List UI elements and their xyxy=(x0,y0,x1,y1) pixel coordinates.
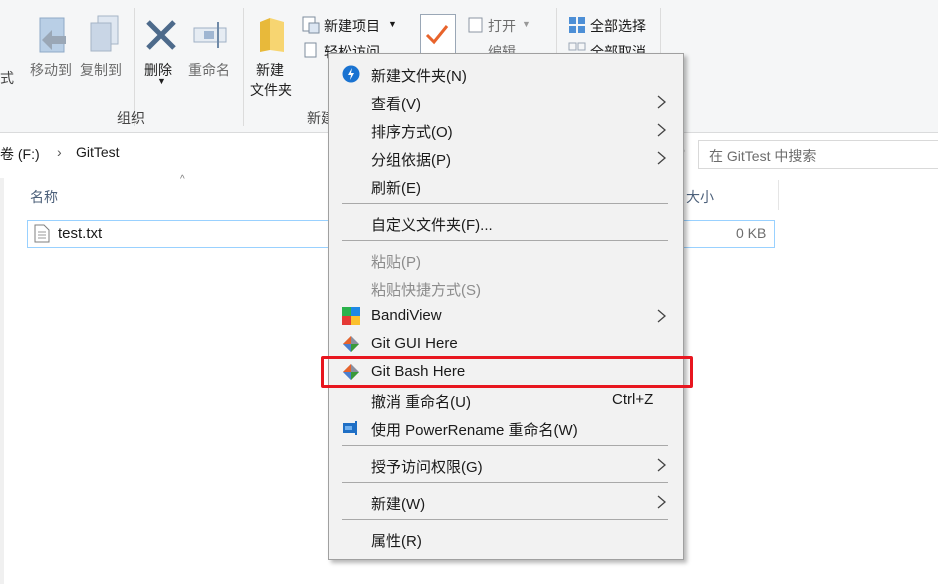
new-item-button[interactable]: 新建项目 ▼ xyxy=(300,14,397,36)
dropdown-arrow-icon: ▼ xyxy=(388,19,397,29)
chevron-right-icon xyxy=(657,495,666,509)
menu-item-powerrename[interactable]: 使用 PowerRename 重命名(W) xyxy=(329,414,683,442)
menu-label: 新建文件夹(N) xyxy=(371,68,467,85)
new-folder-icon xyxy=(342,65,360,83)
menu-label: 粘贴(P) xyxy=(371,254,421,271)
menu-label: Git GUI Here xyxy=(371,335,458,352)
menu-item-bandiview[interactable]: BandiView xyxy=(329,302,683,330)
breadcrumb-drive[interactable]: 卷 (F:) xyxy=(0,144,40,164)
file-name: test.txt xyxy=(58,225,103,242)
menu-separator xyxy=(342,445,668,446)
menu-separator xyxy=(342,482,668,483)
copy-to-button[interactable]: 复制到 xyxy=(80,14,130,84)
search-box[interactable]: 在 GitTest 中搜索 xyxy=(698,140,938,169)
chevron-right-icon xyxy=(657,95,666,109)
menu-item-sort-by[interactable]: 排序方式(O) xyxy=(329,116,683,144)
select-all-button[interactable]: 全部选择 xyxy=(566,14,658,36)
menu-label: 新建(W) xyxy=(371,496,426,513)
rename-icon xyxy=(193,22,227,48)
menu-label: 撤消 重命名(U) xyxy=(371,394,471,411)
menu-label: 查看(V) xyxy=(371,96,421,113)
open-label: 打开 xyxy=(488,18,516,34)
open-button[interactable]: 打开 ▼ xyxy=(466,14,536,36)
menu-label: 刷新(E) xyxy=(371,180,421,197)
delete-x-icon xyxy=(146,20,176,50)
menu-item-grant-access[interactable]: 授予访问权限(G) xyxy=(329,451,683,479)
menu-item-group-by[interactable]: 分组依据(P) xyxy=(329,144,683,172)
delete-button[interactable]: 删除 ▼ xyxy=(142,14,180,86)
chevron-right-icon xyxy=(657,309,666,323)
select-all-icon xyxy=(569,17,585,33)
menu-item-customize-folder[interactable]: 自定义文件夹(F)... xyxy=(329,209,683,237)
select-all-label: 全部选择 xyxy=(590,18,646,34)
open-icon xyxy=(468,17,483,33)
column-separator xyxy=(778,180,779,210)
menu-item-paste-shortcut[interactable]: 粘贴快捷方式(S) xyxy=(329,274,683,302)
new-folder-button[interactable]: 新建 文件夹 xyxy=(248,14,296,98)
new-item-icon xyxy=(302,16,320,34)
chevron-right-icon xyxy=(657,151,666,165)
file-size: 0 KB xyxy=(736,225,767,241)
copy-to-icon xyxy=(90,15,119,52)
new-item-label: 新建项目 xyxy=(324,18,380,34)
new-folder-icon xyxy=(260,18,284,52)
bandiview-icon xyxy=(342,307,360,325)
menu-label: 属性(R) xyxy=(371,533,422,550)
menu-item-properties[interactable]: 属性(R) xyxy=(329,525,683,553)
chevron-right-icon xyxy=(657,458,666,472)
menu-label: 授予访问权限(G) xyxy=(371,459,483,476)
menu-label: 自定义文件夹(F)... xyxy=(371,217,493,234)
menu-item-refresh[interactable]: 刷新(E) xyxy=(329,172,683,200)
menu-separator xyxy=(342,203,668,204)
breadcrumb-folder[interactable]: GitTest xyxy=(76,144,120,160)
column-header-name[interactable]: 名称 xyxy=(30,187,58,207)
dropdown-arrow-icon: ▼ xyxy=(157,76,166,86)
menu-separator xyxy=(342,240,668,241)
dropdown-arrow-icon: ▼ xyxy=(522,19,531,29)
menu-item-new[interactable]: 新建(W) xyxy=(329,488,683,516)
git-gui-icon xyxy=(343,336,359,352)
menu-label: 排序方式(O) xyxy=(371,124,453,141)
menu-label: BandiView xyxy=(371,307,442,324)
menu-label: 分组依据(P) xyxy=(371,152,451,169)
menu-separator xyxy=(342,519,668,520)
move-to-button[interactable]: 移动到 xyxy=(28,14,78,84)
checkmark-icon xyxy=(425,25,449,45)
group-organize-label: 组织 xyxy=(117,110,145,126)
sort-ascending-icon: ^ xyxy=(180,174,185,185)
menu-label: 粘贴快捷方式(S) xyxy=(371,282,481,299)
menu-shortcut: Ctrl+Z xyxy=(612,391,654,408)
rename-label: 重命名 xyxy=(188,62,230,78)
text-file-icon xyxy=(34,224,50,243)
menu-label: 使用 PowerRename 重命名(W) xyxy=(371,422,578,439)
search-placeholder: 在 GitTest 中搜索 xyxy=(709,148,817,164)
highlight-box xyxy=(321,356,693,388)
menu-item-undo-rename[interactable]: 撤消 重命名(U) Ctrl+Z xyxy=(329,386,683,414)
nav-pane-edge xyxy=(0,178,4,584)
menu-item-new-folder[interactable]: 新建文件夹(N) xyxy=(329,60,683,88)
new-folder-label-2: 文件夹 xyxy=(250,82,292,98)
easy-access-icon xyxy=(304,42,317,58)
menu-item-paste[interactable]: 粘贴(P) xyxy=(329,246,683,274)
column-header-size[interactable]: 大小 xyxy=(686,187,714,207)
ribbon-partial-label: 式 xyxy=(0,70,14,86)
menu-item-git-gui[interactable]: Git GUI Here xyxy=(329,330,683,358)
copy-to-label: 复制到 xyxy=(80,62,122,78)
chevron-right-icon xyxy=(657,123,666,137)
menu-item-view[interactable]: 查看(V) xyxy=(329,88,683,116)
move-to-icon xyxy=(39,17,66,53)
new-folder-label-1: 新建 xyxy=(256,62,284,78)
rename-button[interactable]: 重命名 xyxy=(186,14,236,84)
context-menu: 新建文件夹(N) 查看(V) 排序方式(O) 分组依据(P) 刷新(E) 自定义… xyxy=(328,53,684,560)
chevron-right-icon: › xyxy=(57,144,62,160)
powerrename-icon xyxy=(343,421,357,435)
move-to-label: 移动到 xyxy=(30,62,72,78)
